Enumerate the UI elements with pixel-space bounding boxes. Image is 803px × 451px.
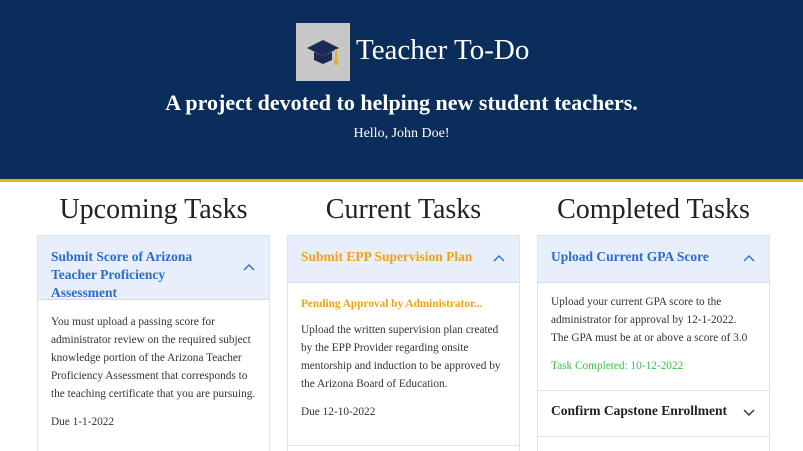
card-divider <box>538 436 769 437</box>
confirm-capstone-enrollment-item[interactable]: Confirm Capstone Enrollment <box>538 390 769 436</box>
upcoming-task-description: You must upload a passing score for admi… <box>51 316 256 400</box>
chevron-up-icon[interactable] <box>743 254 755 262</box>
site-header: Teacher To-Do A project devoted to helpi… <box>0 0 803 179</box>
completed-task-card: Upload Current GPA Score Upload your cur… <box>537 235 770 451</box>
completed-task-header[interactable]: Upload Current GPA Score <box>538 236 769 283</box>
current-task-card: Submit EPP Supervision Plan Pending Appr… <box>287 235 520 451</box>
chevron-up-icon[interactable] <box>493 254 505 262</box>
chevron-down-icon[interactable] <box>743 409 755 417</box>
current-task-due-date: Due 12-10-2022 <box>301 406 376 418</box>
collapsed-task-title: Confirm Capstone Enrollment <box>551 403 728 418</box>
current-task-description: Upload the written supervision plan crea… <box>301 324 501 390</box>
card-divider <box>288 445 519 446</box>
completed-task-title: Upload Current GPA Score <box>551 249 709 264</box>
current-task-status: Pending Approval by Administrator... <box>301 298 483 310</box>
current-tasks-heading: Current Tasks <box>325 194 482 225</box>
completed-task-description: Upload your current GPA score to the adm… <box>551 296 748 344</box>
upcoming-tasks-heading: Upcoming Tasks <box>59 194 248 225</box>
tagline: A project devoted to helping new student… <box>165 90 638 115</box>
upcoming-task-card: Submit Score of Arizona Teacher Proficie… <box>37 235 270 451</box>
user-greeting: Hello, John Doe! <box>353 126 450 141</box>
graduation-cap-icon <box>296 23 350 81</box>
app-title: Teacher To-Do <box>356 34 530 66</box>
completed-tasks-heading: Completed Tasks <box>557 194 750 225</box>
upcoming-task-title: Submit Score of Arizona Teacher Proficie… <box>51 249 193 300</box>
upcoming-task-header[interactable]: Submit Score of Arizona Teacher Proficie… <box>38 236 269 300</box>
header-divider <box>0 179 803 182</box>
current-task-header[interactable]: Submit EPP Supervision Plan <box>288 236 519 283</box>
upcoming-task-due-date: Due 1-1-2022 <box>51 416 115 428</box>
chevron-up-icon[interactable] <box>243 263 255 271</box>
current-task-title: Submit EPP Supervision Plan <box>301 249 473 264</box>
completed-task-status: Task Completed: 10-12-2022 <box>551 360 684 372</box>
